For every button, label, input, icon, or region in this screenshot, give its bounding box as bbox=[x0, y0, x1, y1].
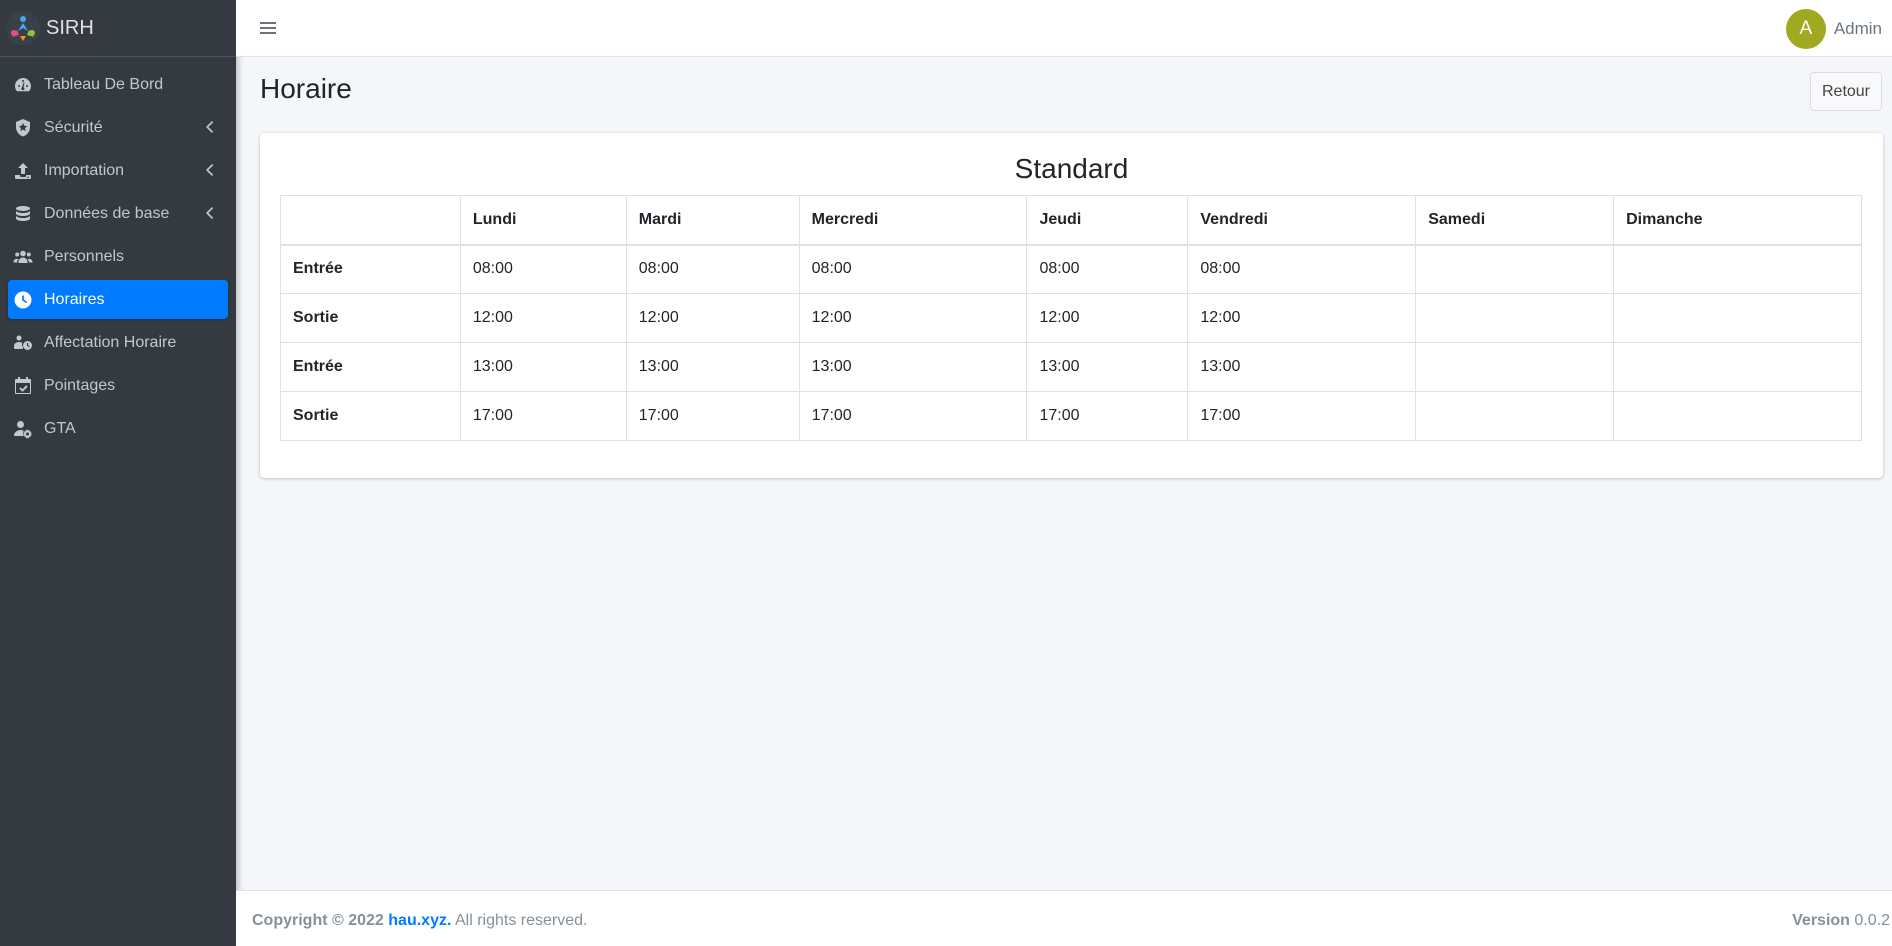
users-clock-icon bbox=[12, 332, 34, 354]
version-value: 0.0.2 bbox=[1854, 912, 1890, 929]
schedule-table: Lundi Mardi Mercredi Jeudi Vendredi Samedi Dim… bbox=[280, 195, 1862, 441]
footer-version: Version 0.0.2 bbox=[1792, 912, 1890, 930]
back-button[interactable]: Retour bbox=[1810, 72, 1882, 111]
column-header: Jeudi bbox=[1026, 195, 1189, 246]
time-cell: 12:00 bbox=[1187, 293, 1417, 343]
sidebar-item-label: Personnels bbox=[44, 247, 125, 265]
time-cell: 13:00 bbox=[1187, 342, 1417, 392]
chevron-left-icon bbox=[204, 206, 214, 220]
sidebar-item-label: Affectation Horaire bbox=[44, 333, 177, 351]
sidebar-item-label: Importation bbox=[44, 161, 125, 179]
chevron-left-icon bbox=[204, 163, 214, 177]
rights-text: All rights reserved. bbox=[454, 912, 588, 929]
time-cell: 17:00 bbox=[1026, 391, 1189, 441]
time-cell: 17:00 bbox=[1187, 391, 1417, 441]
avatar: A bbox=[1785, 9, 1826, 49]
time-cell: 13:00 bbox=[1026, 342, 1189, 392]
row-label: Sortie bbox=[280, 391, 461, 441]
copyright-text: Copyright © 2022 bbox=[252, 912, 384, 929]
table-row: Sortie 12:00 12:00 12:00 12:00 12:00 bbox=[280, 293, 1862, 343]
sidebar-item-gta[interactable]: GTA bbox=[8, 409, 228, 448]
time-cell bbox=[1613, 391, 1862, 441]
database-icon bbox=[12, 203, 34, 225]
time-cell bbox=[1415, 244, 1615, 294]
row-label: Entrée bbox=[280, 244, 461, 294]
time-cell bbox=[1415, 391, 1615, 441]
sidebar-item-personnels[interactable]: Personnels bbox=[8, 237, 228, 276]
brand-link[interactable]: SIRH bbox=[0, 0, 236, 57]
time-cell: 08:00 bbox=[1187, 244, 1417, 294]
column-header: Dimanche bbox=[1613, 195, 1862, 246]
dashboard-icon bbox=[12, 74, 34, 96]
column-header: Vendredi bbox=[1187, 195, 1417, 246]
time-cell: 13:00 bbox=[625, 342, 800, 392]
top-navbar: A Admin bbox=[236, 0, 1892, 57]
time-cell bbox=[1415, 293, 1615, 343]
time-cell: 13:00 bbox=[798, 342, 1028, 392]
column-header: Mardi bbox=[625, 195, 800, 246]
table-row: Entrée 13:00 13:00 13:00 13:00 13:00 bbox=[280, 342, 1862, 392]
user-menu[interactable]: A Admin bbox=[1785, 9, 1882, 49]
sidebar-item-tableau-de-bord[interactable]: Tableau De Bord bbox=[8, 65, 228, 104]
time-cell: 08:00 bbox=[1026, 244, 1189, 294]
users-icon bbox=[12, 246, 34, 268]
shield-icon bbox=[12, 117, 34, 139]
schedule-title: Standard bbox=[1014, 153, 1129, 184]
time-cell bbox=[1613, 244, 1862, 294]
time-cell bbox=[1613, 293, 1862, 343]
time-cell: 08:00 bbox=[625, 244, 800, 294]
sidebar-item-label: Sécurité bbox=[44, 118, 103, 136]
footer: Copyright © 2022 hau.xyz. All rights res… bbox=[236, 890, 1892, 946]
column-header bbox=[280, 195, 461, 246]
time-cell: 17:00 bbox=[625, 391, 800, 441]
table-header-row: Lundi Mardi Mercredi Jeudi Vendredi Samedi Dim… bbox=[280, 195, 1862, 246]
sidebar-nav: Tableau De Bord Sécurité Importation Donnée… bbox=[0, 57, 236, 448]
sidebar-item-donnees-de-base[interactable]: Données de base bbox=[8, 194, 228, 233]
logo-icon bbox=[6, 11, 40, 45]
time-cell: 08:00 bbox=[798, 244, 1028, 294]
schedule-card: Standard Lundi Mardi Mercredi Jeudi Vendredi… bbox=[260, 133, 1883, 478]
page-title: Horaire bbox=[260, 73, 352, 104]
sidebar-item-pointages[interactable]: Pointages bbox=[8, 366, 228, 405]
sidebar-item-label: GTA bbox=[44, 419, 76, 437]
time-cell: 17:00 bbox=[798, 391, 1028, 441]
time-cell: 17:00 bbox=[459, 391, 627, 441]
sidebar-item-securite[interactable]: Sécurité bbox=[8, 108, 228, 147]
sidebar-item-importation[interactable]: Importation bbox=[8, 151, 228, 190]
time-cell: 12:00 bbox=[1026, 293, 1189, 343]
sidebar-item-label: Pointages bbox=[44, 376, 116, 394]
upload-icon bbox=[12, 160, 34, 182]
column-header: Lundi bbox=[459, 195, 627, 246]
clock-icon bbox=[12, 289, 34, 311]
user-gear-icon bbox=[12, 418, 34, 440]
user-name: Admin bbox=[1833, 19, 1882, 38]
sidebar-item-label: Horaires bbox=[44, 290, 105, 308]
brand-name: SIRH bbox=[46, 16, 94, 39]
calendar-check-icon bbox=[12, 375, 34, 397]
time-cell: 12:00 bbox=[798, 293, 1028, 343]
sidebar-item-label: Tableau De Bord bbox=[44, 75, 164, 93]
footer-link[interactable]: hau.xyz. bbox=[388, 912, 451, 929]
table-row: Entrée 08:00 08:00 08:00 08:00 08:00 bbox=[280, 244, 1862, 294]
time-cell bbox=[1415, 342, 1615, 392]
sidebar: SIRH Tableau De Bord Sécurité Importation D… bbox=[0, 0, 236, 946]
time-cell: 12:00 bbox=[459, 293, 627, 343]
chevron-left-icon bbox=[204, 120, 214, 134]
column-header: Mercredi bbox=[798, 195, 1028, 246]
footer-copyright: Copyright © 2022 hau.xyz. All rights res… bbox=[252, 912, 587, 930]
row-label: Sortie bbox=[280, 293, 461, 343]
menu-toggle-icon[interactable] bbox=[260, 18, 280, 38]
table-row: Sortie 17:00 17:00 17:00 17:00 17:00 bbox=[280, 391, 1862, 441]
time-cell: 13:00 bbox=[459, 342, 627, 392]
column-header: Samedi bbox=[1415, 195, 1615, 246]
time-cell bbox=[1613, 342, 1862, 392]
row-label: Entrée bbox=[280, 342, 461, 392]
sidebar-item-affectation-horaire[interactable]: Affectation Horaire bbox=[8, 323, 228, 362]
sidebar-item-horaires[interactable]: Horaires bbox=[8, 280, 228, 319]
time-cell: 12:00 bbox=[625, 293, 800, 343]
sidebar-item-label: Données de base bbox=[44, 204, 170, 222]
version-label: Version bbox=[1792, 912, 1850, 929]
time-cell: 08:00 bbox=[459, 244, 627, 294]
